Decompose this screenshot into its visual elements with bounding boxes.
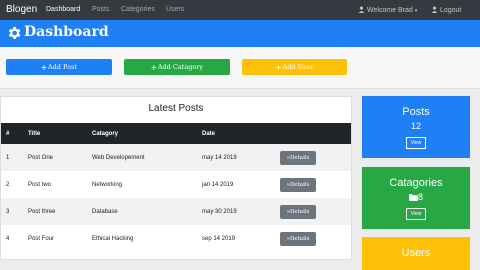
gear-icon <box>8 27 21 39</box>
table-header-row: # Title Catagory Date <box>1 123 351 144</box>
brand-logo[interactable]: Blogen <box>6 4 37 15</box>
categories-count: 8 <box>417 192 423 202</box>
column-header-title: Title <box>28 130 41 137</box>
action-bar: + Add Post + Add Catagory + Add User <box>0 47 480 89</box>
add-user-label: Add User <box>282 63 314 71</box>
user-icon <box>358 6 365 13</box>
row-date: sep 14 2019 <box>202 235 236 242</box>
plus-icon: + <box>275 62 282 72</box>
row-title: Post two <box>28 181 52 188</box>
row-category: Database <box>92 208 118 215</box>
column-header-action <box>275 123 351 144</box>
row-category: Ethical Hacking <box>92 235 134 242</box>
folder-icon <box>408 194 418 201</box>
details-button[interactable]: » Details <box>280 177 316 192</box>
caret-down-icon: ▾ <box>414 8 418 14</box>
table-row: 3 Post three Database may 30 2019 » Detai… <box>1 198 351 225</box>
posts-count: 12 <box>410 121 421 131</box>
row-number: 2 <box>6 181 10 188</box>
nav-users[interactable]: Users <box>166 6 184 13</box>
plus-icon: + <box>41 62 47 72</box>
users-stat-title: Users <box>401 247 431 259</box>
row-number: 4 <box>6 235 10 242</box>
column-header-number: # <box>6 130 10 137</box>
top-navbar: Blogen Dashboard Posts Categories Users … <box>0 0 480 20</box>
nav-posts[interactable]: Posts <box>92 6 110 13</box>
details-label: Details <box>289 235 310 242</box>
row-date: may 30 2019 <box>202 208 237 215</box>
column-header-date: Date <box>202 130 216 137</box>
add-category-button[interactable]: + Add Catagory <box>124 59 230 75</box>
logout-link[interactable]: Logout <box>431 6 461 14</box>
page-title: Dashboard <box>24 24 109 40</box>
categories-view-button[interactable]: View <box>405 208 427 220</box>
row-title: Post Four <box>28 235 55 242</box>
nav-categories[interactable]: Categories <box>121 6 155 13</box>
users-stat-card: Users <box>362 237 470 270</box>
row-date: may 14 2019 <box>202 154 237 161</box>
user-times-icon <box>431 6 438 13</box>
add-post-button[interactable]: + Add Post <box>6 59 112 75</box>
categories-stat-title: Catagories <box>389 177 443 189</box>
details-button[interactable]: » Details <box>280 150 316 165</box>
welcome-label: Welcome Brad <box>366 7 413 14</box>
categories-count-row: 8 <box>362 192 470 202</box>
row-number: 3 <box>6 208 10 215</box>
plus-icon: + <box>150 62 157 72</box>
logout-label: Logout <box>439 7 462 14</box>
add-user-button[interactable]: + Add User <box>242 59 347 75</box>
categories-stat-card: Catagories 8 View <box>362 167 470 229</box>
page-header: Dashboard <box>0 20 480 47</box>
row-date: jan 14 2019 <box>202 181 234 188</box>
add-category-label: Add Catagory <box>157 63 204 71</box>
details-label: Details <box>289 181 310 188</box>
posts-table: # Title Catagory Date 1 Post One Web Dev… <box>1 123 351 252</box>
column-header-category: Catagory <box>92 130 119 137</box>
row-title: Post three <box>28 208 56 215</box>
row-number: 1 <box>6 154 10 161</box>
row-category: Web Developement <box>92 154 145 161</box>
posts-view-button[interactable]: View <box>405 137 427 149</box>
nav-dashboard[interactable]: Dashboard <box>46 6 80 13</box>
table-row: 1 Post One Web Developement may 14 2019 … <box>1 144 351 171</box>
posts-stat-card: Posts 12 View <box>362 96 470 158</box>
user-menu[interactable]: Welcome Brad ▾ <box>358 6 417 14</box>
latest-posts-card: Latest Posts # Title Catagory Date 1 Pos… <box>0 96 352 260</box>
details-button[interactable]: » Details <box>280 231 316 246</box>
latest-posts-title: Latest Posts <box>148 103 204 114</box>
posts-stat-title: Posts <box>402 106 430 118</box>
table-row: 2 Post two Networking jan 14 2019 » Detai… <box>1 171 351 198</box>
row-category: Networking <box>92 181 123 188</box>
row-title: Post One <box>28 154 54 161</box>
details-button[interactable]: » Details <box>280 204 316 219</box>
table-row: 4 Post Four Ethical Hacking sep 14 2019 … <box>1 225 351 252</box>
details-label: Details <box>289 154 310 161</box>
details-label: Details <box>289 208 310 215</box>
add-post-label: Add Post <box>47 63 77 71</box>
